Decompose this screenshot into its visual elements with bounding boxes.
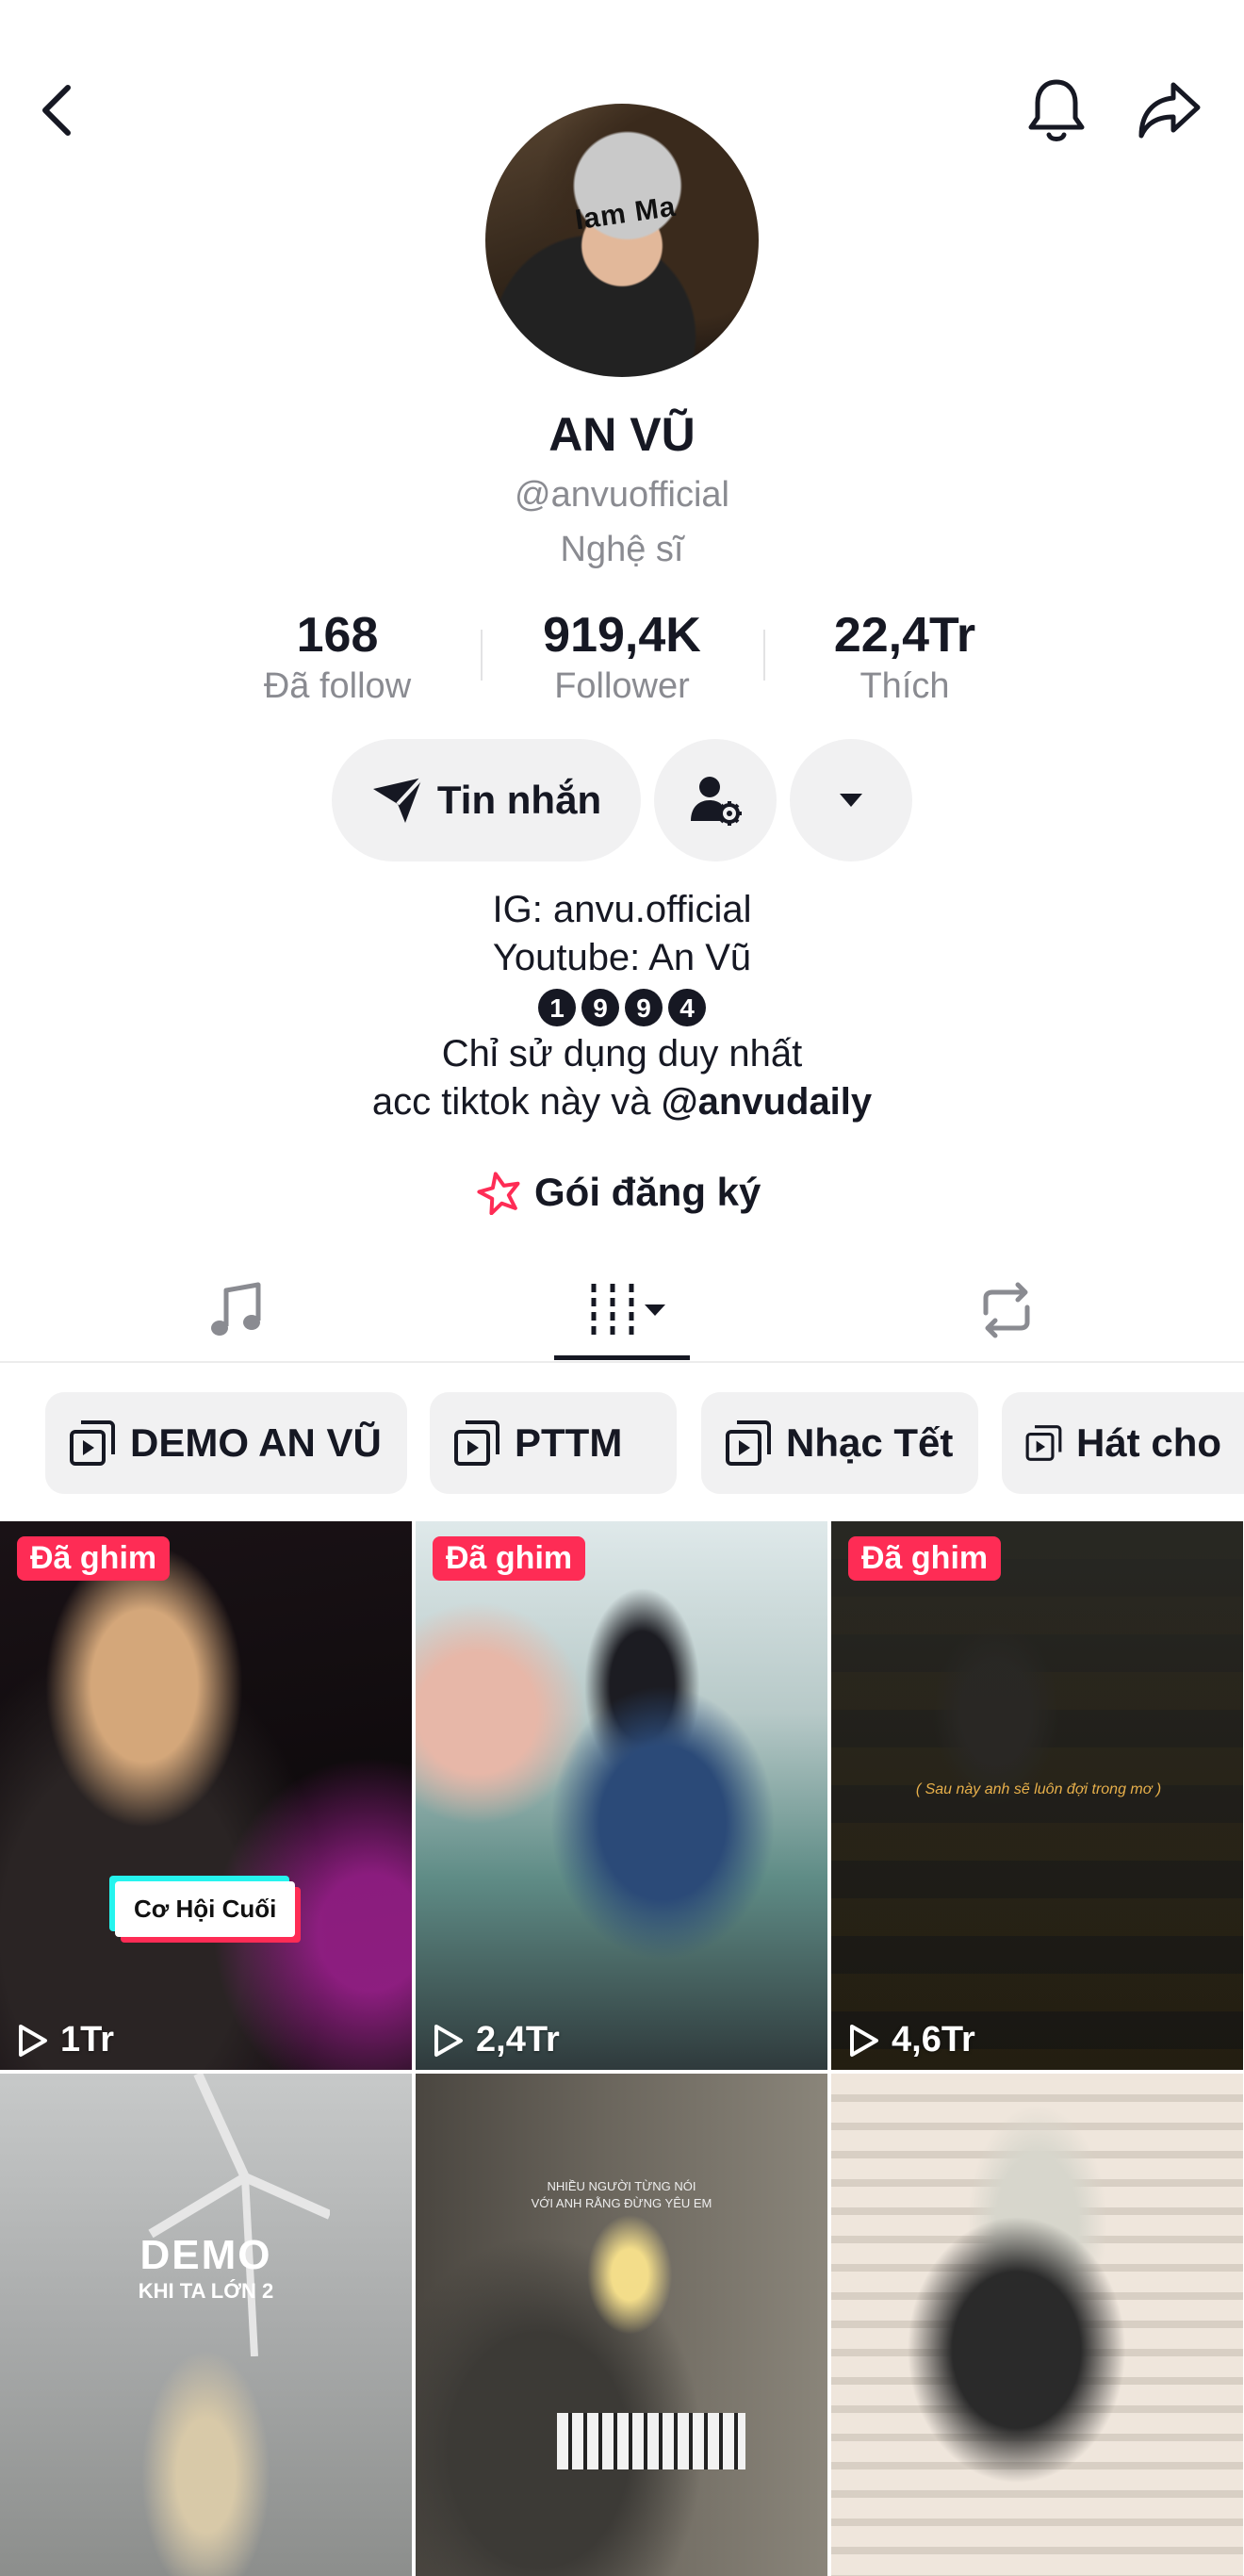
video-overlay-text: DEMO (139, 2232, 272, 2278)
playlist-chip[interactable]: DEMO AN VŨ (45, 1392, 407, 1494)
stat-divider (481, 630, 483, 681)
subscription-label: Gói đăng ký (534, 1170, 761, 1214)
stat-following[interactable]: 168 Đã follow (224, 607, 450, 709)
stat-likes-label: Thích (859, 666, 950, 706)
piano-keys-image (557, 2413, 745, 2469)
playlist-chip[interactable]: PTTM (430, 1392, 677, 1494)
playlist-label: Hát cho (1075, 1420, 1221, 1465)
user-settings-icon (691, 777, 742, 826)
video-overlay-text: ( Sau này anh sẽ luôn đợi trong mơ ) (915, 1781, 1162, 1797)
pinned-badge: Đã ghim (433, 1536, 586, 1581)
play-icon (850, 2024, 878, 2057)
share-button[interactable] (1127, 68, 1212, 153)
playlist-label: DEMO AN VŨ (130, 1420, 382, 1465)
profile-role: Nghệ sĩ (560, 530, 684, 569)
playlist-chip[interactable]: Nhạc Tết (701, 1392, 978, 1494)
grid-icon (591, 1284, 665, 1337)
pinned-badge: Đã ghim (848, 1536, 1002, 1581)
playlist-label: Nhạc Tết (786, 1420, 954, 1465)
bio-line: Chỉ sử dụng duy nhất (441, 1033, 803, 1075)
digit-badge: 1 (538, 989, 576, 1027)
music-note-icon (211, 1282, 261, 1336)
digit-badge: 9 (581, 989, 619, 1027)
chevron-left-icon (42, 85, 71, 136)
playlist-label: PTTM (515, 1420, 623, 1465)
stat-followers-label: Follower (554, 666, 690, 706)
send-icon (372, 776, 424, 823)
video-overlay-text: NHIỀU NGƯỜI TỪNG NÓI (547, 2179, 696, 2193)
bio-text: acc tiktok này và (371, 1081, 662, 1123)
bio-line: IG: anvu.official (492, 889, 752, 930)
view-count: 4,6Tr (848, 2020, 975, 2060)
playlist-chip[interactable]: Hát cho (1002, 1392, 1244, 1494)
video-tile[interactable]: Đã ghim ( Sau này anh sẽ luôn đợi trong … (831, 1521, 1243, 2070)
playlist-icon (70, 1420, 115, 1466)
bell-icon (1028, 79, 1085, 141)
bio-line: acc tiktok này và @anvudaily (0, 1078, 1244, 1126)
back-button[interactable] (14, 68, 99, 153)
stat-following-label: Đã follow (263, 666, 412, 706)
bio-mention-link[interactable]: @anvudaily (662, 1081, 873, 1123)
view-count: 1Tr (17, 2020, 114, 2060)
view-count-text: 4,6Tr (892, 2020, 975, 2059)
wind-turbine-image (148, 2074, 330, 2356)
view-count-text: 2,4Tr (476, 2020, 560, 2059)
tab-videos[interactable] (528, 1263, 716, 1357)
view-count-text: 1Tr (60, 2020, 115, 2059)
tab-reposts[interactable] (912, 1263, 1101, 1357)
video-tile[interactable]: Đã ghim Cơ Hội Cuối 1Tr (0, 1521, 412, 2070)
tabs-divider (0, 1361, 1244, 1363)
avatar[interactable]: Iam Ma (485, 104, 759, 377)
stat-followers-value: 919,4K (543, 608, 701, 663)
profile-handle: @anvuofficial (515, 475, 729, 515)
video-overlay-subtext: KHI TA LỚN 2 (138, 2279, 274, 2303)
repost-icon (983, 1282, 1030, 1338)
message-button-label: Tin nhắn (436, 778, 602, 822)
digit-badge: 4 (668, 989, 706, 1027)
stat-likes-value: 22,4Tr (833, 608, 976, 663)
video-tile[interactable]: DEMO KHI TA LỚN 2 (0, 2074, 412, 2576)
tab-active-indicator (554, 1355, 690, 1360)
share-arrow-icon (1138, 82, 1201, 139)
playlist-icon (726, 1420, 771, 1466)
star-icon (477, 1172, 520, 1215)
playlist-icon (1025, 1425, 1062, 1461)
play-icon (434, 2024, 463, 2057)
follow-settings-button[interactable] (654, 739, 777, 861)
message-button[interactable]: Tin nhắn (332, 739, 641, 861)
digit-badge: 9 (625, 989, 663, 1027)
subscription-link[interactable]: Gói đăng ký (476, 1164, 761, 1221)
stat-divider (763, 630, 765, 681)
profile-name: AN VŨ (548, 408, 696, 461)
pinned-badge: Đã ghim (17, 1536, 171, 1581)
video-overlay-text: Cơ Hội Cuối (115, 1881, 296, 1937)
video-tile[interactable]: Đã ghim 2,4Tr (416, 1521, 827, 2070)
bio-line: Youtube: An Vũ (492, 937, 752, 978)
play-icon (19, 2024, 47, 2057)
tab-music[interactable] (141, 1263, 330, 1357)
bio-year: 1 9 9 4 (0, 982, 1244, 1030)
playlist-icon (454, 1420, 499, 1466)
notification-button[interactable] (1014, 68, 1099, 153)
more-options-button[interactable] (790, 739, 912, 861)
bio: IG: anvu.official Youtube: An Vũ 1 9 9 4… (0, 886, 1244, 1126)
stat-likes[interactable]: 22,4Tr Thích (792, 607, 1018, 709)
video-tile[interactable] (831, 2074, 1243, 2576)
stat-following-value: 168 (296, 608, 379, 663)
caret-down-icon (840, 794, 862, 807)
stat-followers[interactable]: 919,4K Follower (509, 607, 735, 709)
video-tile[interactable]: NHIỀU NGƯỜI TỪNG NÓI VỚI ANH RẰNG ĐỪNG Y… (416, 2074, 827, 2576)
video-overlay-subtext: VỚI ANH RẰNG ĐỪNG YÊU EM (531, 2196, 712, 2210)
avatar-cap-text: Iam Ma (573, 190, 679, 237)
view-count: 2,4Tr (433, 2020, 560, 2060)
